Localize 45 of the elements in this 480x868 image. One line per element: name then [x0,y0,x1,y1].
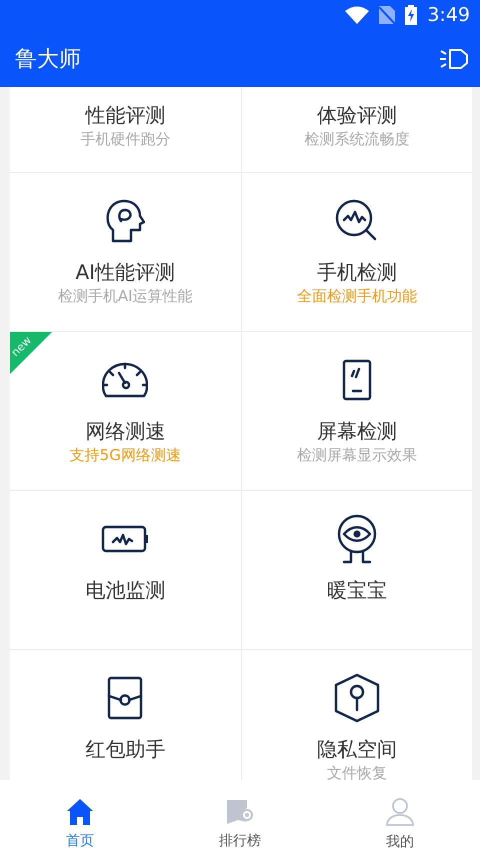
tile-subtitle: 检测手机AI运算性能 [58,286,193,307]
tile-title: AI性能评测 [75,259,176,285]
magnifier-pulse-icon [334,199,379,243]
tile-subtitle: 手机硬件跑分 [80,129,170,150]
tile-title: 暖宝宝 [326,577,387,603]
tile-title: 电池监测 [85,577,166,603]
tile-title: 手机检测 [316,259,397,285]
tile-subtitle: 全面检测手机功能 [296,286,417,307]
battery-icon [101,525,150,553]
tile-title: 网络测速 [85,418,166,444]
battery-charging-icon [405,5,418,25]
status-time: 3:49 [427,4,470,26]
feature-tile[interactable]: 性能评测 手机硬件跑分 [10,87,240,172]
shield-lock-icon [334,673,380,723]
app-title: 鲁大师 [15,46,81,74]
tile-subtitle: 检测屏幕显示效果 [296,445,417,466]
feature-tile[interactable]: AI性能评测 检测手机AI运算性能 [10,173,240,331]
phone-icon [342,359,372,401]
feature-tile[interactable]: 暖宝宝 [242,491,472,649]
no-sim-icon [379,6,396,24]
flag-star-icon [226,798,254,826]
tile-subtitle: 检测系统流畅度 [304,129,410,150]
feature-tile[interactable]: 体验评测 检测系统流畅度 [242,87,472,172]
envelope-icon [107,676,144,720]
nav-tab[interactable]: 我的 [320,780,480,868]
tile-title: 性能评测 [85,102,166,128]
feature-tile[interactable]: 屏幕检测 检测屏幕显示效果 [242,332,472,490]
feature-tile[interactable]: 隐私空间 文件恢复 [242,650,472,780]
tile-title: 体验评测 [316,102,397,128]
feature-tile[interactable]: 电池监测 [10,491,240,649]
head-icon [105,199,146,243]
feature-tile[interactable]: 手机检测 全面检测手机功能 [242,173,472,331]
user-icon [385,797,415,827]
nav-tab[interactable]: 首页 [0,780,160,868]
tile-subtitle: 文件恢复 [326,763,387,780]
speedometer-icon [102,362,148,398]
wifi-icon [345,6,370,24]
tile-subtitle: 支持5G网络测速 [70,445,181,466]
eye-robot-icon [336,514,378,564]
nav-tab[interactable]: 排行榜 [160,780,320,868]
tile-title: 隐私空间 [316,736,397,762]
home-icon [66,798,94,826]
tile-title: 屏幕检测 [316,418,397,444]
feature-tile[interactable]: 红包助手 [10,650,240,780]
tile-title: 红包助手 [85,736,166,762]
